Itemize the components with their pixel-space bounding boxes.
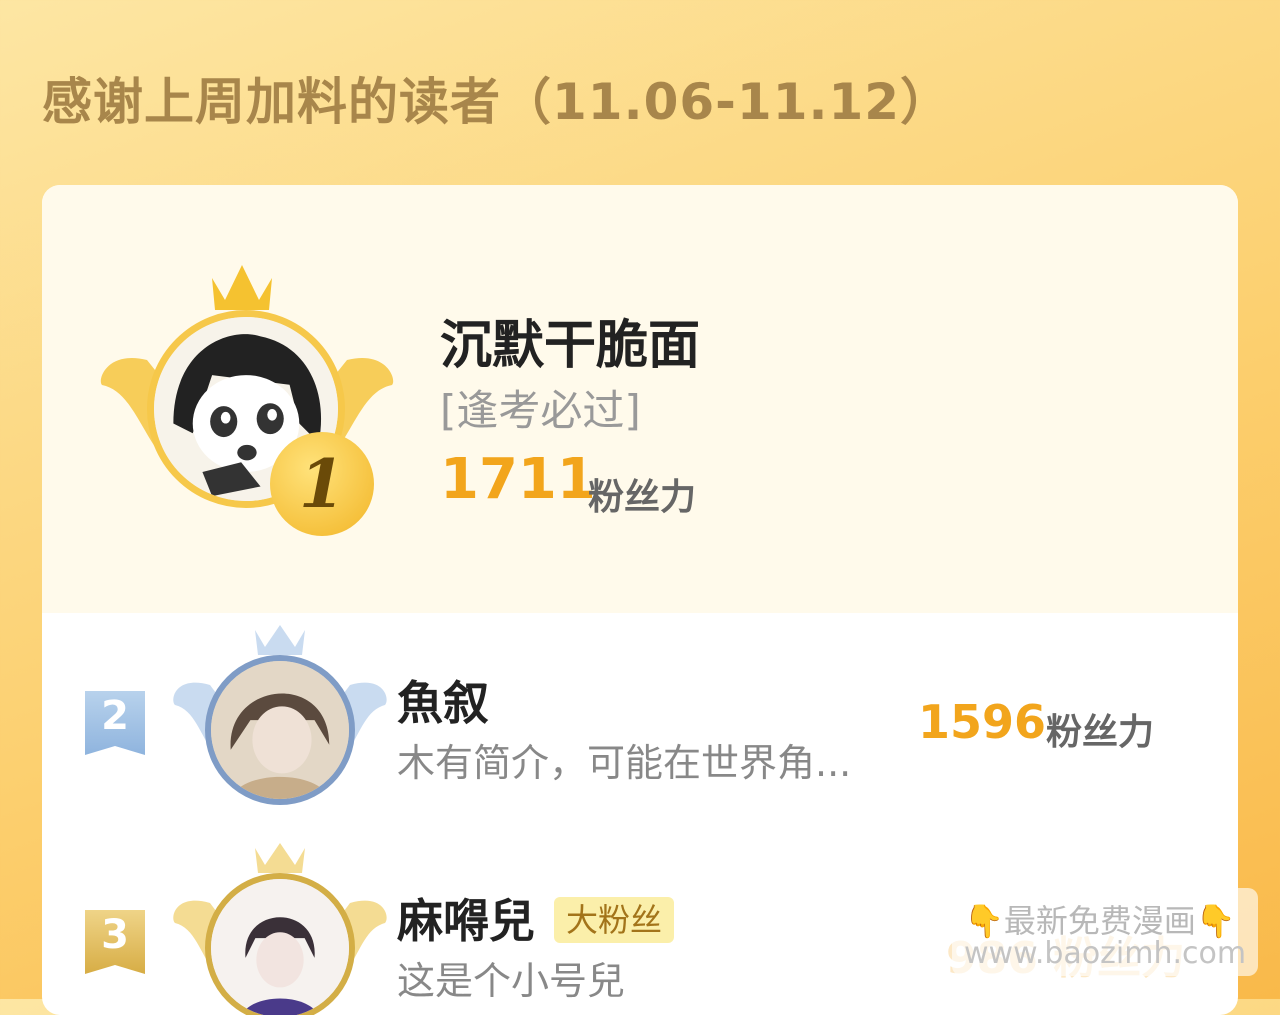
reader-name[interactable]: 沉默干脆面: [440, 303, 700, 378]
reader-name[interactable]: 麻嘚兒: [397, 885, 535, 951]
rank-medal: 1: [270, 432, 374, 536]
reader-signature: [逢考必过]: [440, 386, 641, 435]
reader-description: 木有简介，可能在世界角...: [397, 741, 852, 785]
page-title: 感谢上周加料的读者（11.06-11.12）: [42, 73, 952, 131]
avatar[interactable]: [205, 873, 355, 1015]
fan-power-score: 1711: [440, 447, 596, 512]
fan-level-badge: 大粉丝: [554, 897, 675, 943]
fan-power-score: 1596: [918, 695, 1047, 749]
watermark-url: www.baozimh.com: [964, 936, 1247, 971]
fan-power-unit: 粉丝力: [1046, 712, 1155, 753]
rank-2-avatar-frame: [170, 625, 390, 835]
avatar[interactable]: [205, 655, 355, 805]
rank-flag: 3: [85, 910, 145, 974]
rank-3-avatar-frame: [170, 843, 390, 1015]
fan-power-unit: 粉丝力: [588, 477, 697, 518]
reader-description: 这是个小号兒: [397, 959, 626, 1003]
reader-name[interactable]: 魚叙: [397, 667, 489, 733]
rank-flag: 2: [85, 691, 145, 755]
